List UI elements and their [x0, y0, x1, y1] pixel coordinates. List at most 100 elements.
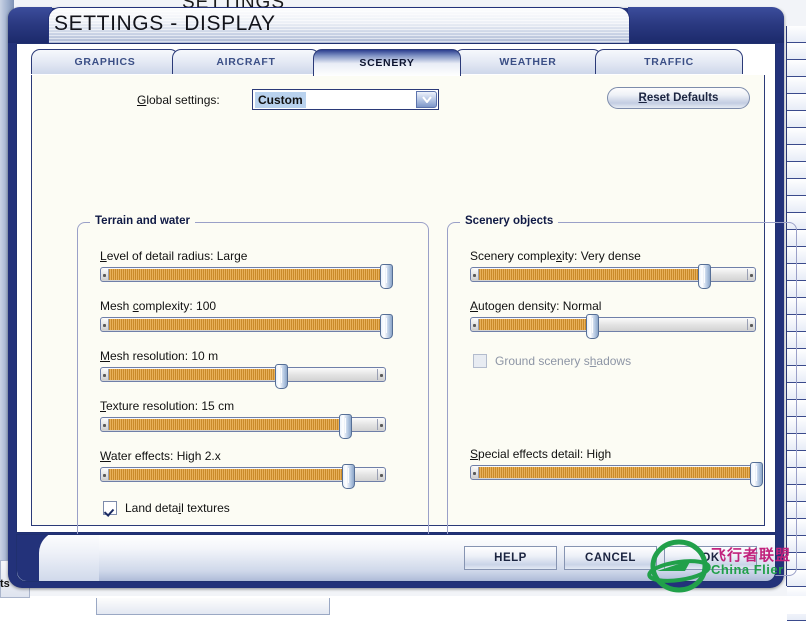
slider-row-level-of-detail-radius: Level of detail radius: Large	[100, 249, 393, 289]
window-client-area: GRAPHICS AIRCRAFT SCENERY WEATHER TRAFFI…	[16, 43, 797, 576]
checkbox-label: Land detail textures	[125, 501, 230, 515]
cancel-button[interactable]: CANCEL	[564, 546, 657, 570]
background-list-row	[787, 128, 806, 145]
slider-left-cap	[102, 419, 109, 430]
scenery-objects-group: Scenery objects Scenery complexity: Very…	[447, 215, 797, 576]
background-bottom-box	[96, 598, 330, 615]
slider-row-mesh-resolution: Mesh resolution: 10 m	[100, 349, 386, 389]
slider-fill	[102, 469, 345, 480]
background-list-row	[787, 77, 806, 94]
slider-fill	[472, 269, 701, 280]
slider-label: Texture resolution: 15 cm	[100, 399, 235, 413]
slider-label: Autogen density: Normal	[470, 299, 602, 313]
titlebar-left-cap	[8, 7, 52, 43]
titlebar-right-cap	[628, 7, 784, 43]
slider-thumb[interactable]	[586, 314, 599, 339]
group-title-scenery: Scenery objects	[460, 215, 559, 227]
tab-label: GRAPHICS	[74, 56, 136, 68]
chevron-down-icon[interactable]	[416, 91, 437, 108]
slider-fill	[472, 467, 754, 478]
scenery-complexity-slider[interactable]	[470, 264, 756, 289]
slider-label: Level of detail radius: Large	[100, 249, 248, 263]
ok-button[interactable]: OK	[664, 546, 757, 570]
tab-aircraft[interactable]: AIRCRAFT	[172, 49, 320, 74]
checkbox-box[interactable]	[103, 501, 117, 515]
page-title: SETTINGS - DISPLAY	[54, 12, 276, 35]
background-list-row	[787, 196, 806, 213]
background-list-row	[787, 26, 806, 43]
dialog-footer: HELP CANCEL OK	[16, 534, 776, 582]
tab-label: WEATHER	[499, 56, 557, 68]
special-effects-detail-slider[interactable]	[470, 462, 763, 487]
background-list-row	[787, 145, 806, 162]
scenery-settings-panel: Global settings: Custom Reset Defaults T…	[31, 75, 797, 576]
ground-scenery-shadows-checkbox[interactable]: Ground scenery shadows	[473, 354, 631, 368]
slider-row-special-effects-detail: Special effects detail: High	[470, 447, 763, 487]
mesh-resolution-slider[interactable]	[100, 364, 386, 389]
footer-left-inner	[39, 535, 99, 581]
background-list-row	[787, 43, 806, 60]
slider-thumb[interactable]	[698, 264, 711, 289]
slider-right-cap	[377, 469, 384, 480]
global-settings-label: Global settings:	[137, 93, 220, 107]
slider-right-cap	[747, 269, 754, 280]
global-settings-value: Custom	[255, 91, 306, 108]
slider-left-cap	[472, 269, 479, 280]
autogen-density-slider[interactable]	[470, 314, 756, 339]
background-list-row	[787, 111, 806, 128]
tab-weather[interactable]: WEATHER	[454, 49, 602, 74]
slider-fill	[102, 369, 278, 380]
slider-label: Special effects detail: High	[470, 447, 612, 461]
land-detail-textures-checkbox[interactable]: Land detail textures	[103, 501, 230, 515]
slider-label: Water effects: High 2.x	[100, 449, 221, 463]
level-of-detail-radius-slider[interactable]	[100, 264, 393, 289]
background-list-row	[787, 94, 806, 111]
slider-thumb[interactable]	[750, 462, 763, 487]
tab-graphics[interactable]: GRAPHICS	[31, 49, 179, 74]
settings-display-window: SETTINGS - DISPLAY GRAPHICS AIRCRAFT SCE…	[8, 7, 797, 588]
slider-fill	[102, 419, 342, 430]
terrain-and-water-group: Terrain and water Level of detail radius…	[77, 215, 429, 576]
slider-thumb[interactable]	[380, 264, 393, 289]
slider-left-cap	[102, 469, 109, 480]
global-settings-row: Global settings: Custom	[137, 89, 439, 111]
slider-left-cap	[472, 319, 479, 330]
tab-label: AIRCRAFT	[216, 56, 276, 68]
slider-label: Scenery complexity: Very dense	[470, 249, 641, 263]
slider-right-cap	[377, 369, 384, 380]
tab-label: TRAFFIC	[644, 56, 694, 68]
slider-fill	[472, 319, 589, 330]
water-effects-slider[interactable]	[100, 464, 386, 489]
slider-fill	[102, 269, 384, 280]
slider-thumb[interactable]	[339, 414, 352, 439]
background-list-row	[787, 179, 806, 196]
mesh-complexity-slider[interactable]	[100, 314, 393, 339]
slider-row-water-effects: Water effects: High 2.x	[100, 449, 386, 489]
background-list-row	[787, 60, 806, 77]
slider-left-cap	[102, 319, 109, 330]
slider-label: Mesh complexity: 100	[100, 299, 217, 313]
slider-left-cap	[102, 269, 109, 280]
slider-row-scenery-complexity: Scenery complexity: Very dense	[470, 249, 756, 289]
reset-defaults-button[interactable]: Reset Defaults	[607, 87, 750, 109]
tab-label: SCENERY	[359, 57, 415, 69]
tab-traffic[interactable]: TRAFFIC	[595, 49, 743, 74]
global-settings-dropdown[interactable]: Custom	[252, 89, 439, 110]
checkbox-label: Ground scenery shadows	[495, 354, 632, 368]
tab-scenery[interactable]: SCENERY	[313, 49, 461, 76]
slider-thumb[interactable]	[342, 464, 355, 489]
slider-left-cap	[102, 369, 109, 380]
help-button[interactable]: HELP	[464, 546, 557, 570]
texture-resolution-slider[interactable]	[100, 414, 386, 439]
slider-right-cap	[747, 319, 754, 330]
slider-fill	[102, 319, 384, 330]
slider-row-mesh-complexity: Mesh complexity: 100	[100, 299, 393, 339]
slider-label: Mesh resolution: 10 m	[100, 349, 219, 363]
slider-left-cap	[472, 467, 479, 478]
slider-thumb[interactable]	[275, 364, 288, 389]
slider-row-texture-resolution: Texture resolution: 15 cm	[100, 399, 386, 439]
tab-bar: GRAPHICS AIRCRAFT SCENERY WEATHER TRAFFI…	[31, 49, 765, 76]
slider-thumb[interactable]	[380, 314, 393, 339]
checkbox-box[interactable]	[473, 354, 487, 368]
slider-right-cap	[377, 419, 384, 430]
